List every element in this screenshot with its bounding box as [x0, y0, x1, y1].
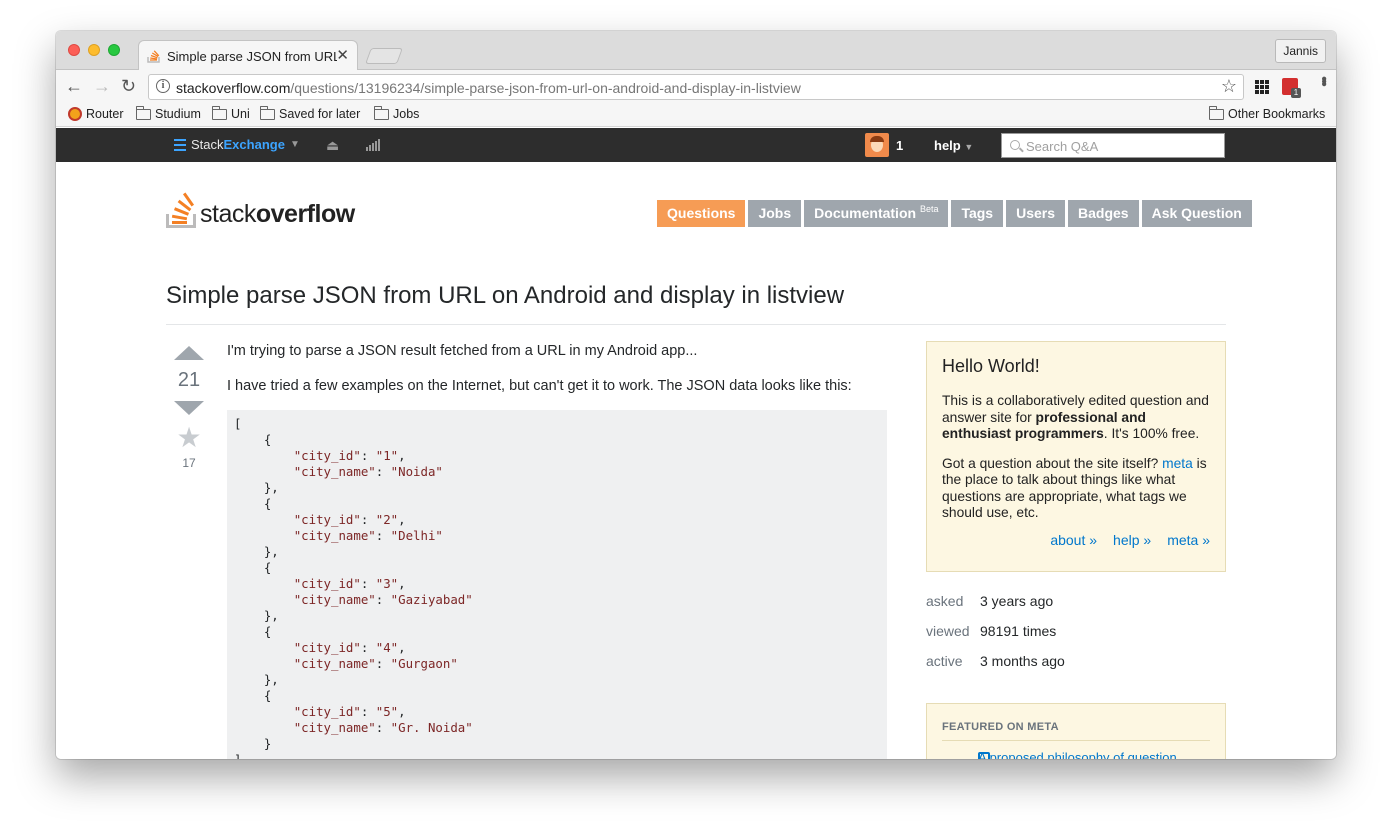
close-window-button[interactable] [68, 44, 80, 56]
stackoverflow-favicon-icon [147, 50, 160, 63]
folder-icon [136, 105, 151, 120]
help-link[interactable]: help » [1113, 532, 1151, 548]
achievements-icon[interactable] [366, 139, 381, 151]
vote-cell: 21 ★ 17 [166, 346, 212, 470]
bookmark-folder-uni[interactable]: Uni [212, 105, 250, 121]
new-tab-button[interactable] [365, 48, 403, 64]
other-bookmarks[interactable]: Other Bookmarks [1209, 105, 1325, 121]
favorite-count: 17 [182, 456, 196, 470]
about-link[interactable]: about » [1050, 532, 1097, 548]
tab-title: Simple parse JSON from URL o [167, 49, 337, 64]
search-icon [1010, 140, 1020, 150]
browser-menu-icon[interactable]: ••• [1314, 76, 1332, 84]
stat-asked: asked 3 years ago [926, 593, 1054, 609]
post-paragraph: I have tried a few examples on the Inter… [227, 378, 852, 394]
welcome-box: Hello World! This is a collaboratively e… [926, 341, 1226, 572]
chevron-down-icon: ▼ [964, 142, 974, 152]
vote-count: 21 [177, 369, 201, 391]
nav-documentation[interactable]: Documentation Beta [804, 200, 949, 227]
featured-item[interactable]: A proposed philosophy of question [949, 750, 1177, 759]
minimize-window-button[interactable] [88, 44, 100, 56]
stat-active: active 3 months ago [926, 653, 1065, 669]
browser-tab[interactable]: Simple parse JSON from URL o ✕ [138, 40, 358, 71]
stackexchange-menu[interactable]: StackExchange ▼ [174, 137, 300, 152]
welcome-text: This is a collaboratively edited questio… [942, 393, 1209, 441]
folder-icon [1209, 105, 1224, 120]
folder-icon [212, 105, 227, 120]
beta-badge: Beta [919, 204, 939, 214]
stat-viewed: viewed 98191 times [926, 623, 1057, 639]
profile-button[interactable]: Jannis [1275, 39, 1326, 63]
calendar-extension-icon[interactable]: 1 [1282, 78, 1301, 98]
upvote-icon[interactable] [174, 346, 204, 360]
browser-toolbar: ← → ↻ i stackoverflow.com/questions/1319… [56, 70, 1336, 103]
url-path: /questions/13196234/simple-parse-json-fr… [290, 80, 801, 96]
code-block: [ { "city_id": "1", "city_name": "Noida"… [227, 410, 887, 759]
tab-bar: Simple parse JSON from URL o ✕ Jannis [56, 31, 1336, 71]
help-menu[interactable]: help ▼ [934, 138, 973, 153]
router-icon [68, 107, 82, 121]
title-divider [166, 324, 1226, 325]
search-placeholder: Search Q&A [1026, 139, 1099, 154]
apps-grid-icon[interactable] [1255, 80, 1269, 94]
downvote-icon[interactable] [174, 401, 204, 415]
post-paragraph: I'm trying to parse a JSON result fetche… [227, 343, 698, 359]
nav-questions[interactable]: Questions [657, 200, 746, 227]
folder-icon [374, 105, 389, 120]
inbox-icon[interactable]: ⏏ [326, 137, 339, 154]
bookmark-folder-saved[interactable]: Saved for later [260, 105, 360, 121]
reputation-count[interactable]: 1 [896, 138, 903, 153]
folder-icon [260, 105, 275, 120]
page-content: StackExchange ▼ ⏏ 1 help ▼ Search Q&A st… [56, 128, 1336, 759]
bookmark-folder-jobs[interactable]: Jobs [374, 105, 419, 121]
meta-link[interactable]: meta » [1167, 532, 1210, 548]
stackexchange-icon [174, 138, 186, 151]
meta-post-icon [978, 752, 990, 759]
meta-link[interactable]: meta [1162, 456, 1193, 471]
main-navigation: Questions Jobs Documentation Beta Tags U… [657, 200, 1252, 227]
question-title[interactable]: Simple parse JSON from URL on Android an… [166, 282, 844, 310]
stackoverflow-logo[interactable]: stackoverflow [166, 192, 355, 228]
bookmark-star-icon[interactable]: ☆ [1221, 76, 1237, 97]
search-input[interactable]: Search Q&A [1001, 133, 1225, 158]
chevron-down-icon: ▼ [289, 139, 300, 150]
url-host: stackoverflow.com [176, 80, 291, 96]
maximize-window-button[interactable] [108, 44, 120, 56]
user-avatar[interactable] [865, 133, 889, 157]
favorite-star-icon[interactable]: ★ [166, 423, 212, 453]
nav-badges[interactable]: Badges [1068, 200, 1139, 227]
browser-window: Simple parse JSON from URL o ✕ Jannis ← … [56, 31, 1336, 759]
bookmark-router[interactable]: Router [68, 107, 124, 121]
reload-icon[interactable]: ↻ [121, 77, 136, 95]
bookmarks-bar: Router Studium Uni Saved for later Jobs … [56, 103, 1336, 127]
stackexchange-topbar: StackExchange ▼ ⏏ 1 help ▼ Search Q&A [56, 128, 1336, 162]
stackoverflow-logo-icon [166, 192, 196, 228]
back-icon[interactable]: ← [65, 77, 83, 95]
nav-ask-question[interactable]: Ask Question [1141, 200, 1252, 227]
nav-jobs[interactable]: Jobs [748, 200, 802, 227]
site-info-icon[interactable]: i [156, 79, 170, 93]
nav-users[interactable]: Users [1006, 200, 1066, 227]
featured-on-meta: FEATURED ON META A proposed philosophy o… [926, 703, 1226, 759]
welcome-links: about » help » meta » [1050, 532, 1210, 548]
url-text[interactable]: stackoverflow.com/questions/13196234/sim… [176, 80, 801, 96]
featured-header: FEATURED ON META [942, 721, 1059, 733]
welcome-meta-text: Got a question about the site itself? me… [942, 455, 1207, 521]
welcome-title: Hello World! [942, 356, 1040, 376]
bookmark-folder-studium[interactable]: Studium [136, 105, 201, 121]
address-bar[interactable]: i stackoverflow.com/questions/13196234/s… [148, 74, 1244, 100]
nav-tags[interactable]: Tags [951, 200, 1004, 227]
forward-icon[interactable]: → [93, 77, 111, 95]
tab-close-icon[interactable]: ✕ [336, 46, 349, 64]
question-body: I'm trying to parse a JSON result fetche… [227, 342, 887, 759]
calendar-badge: 1 [1291, 88, 1301, 98]
